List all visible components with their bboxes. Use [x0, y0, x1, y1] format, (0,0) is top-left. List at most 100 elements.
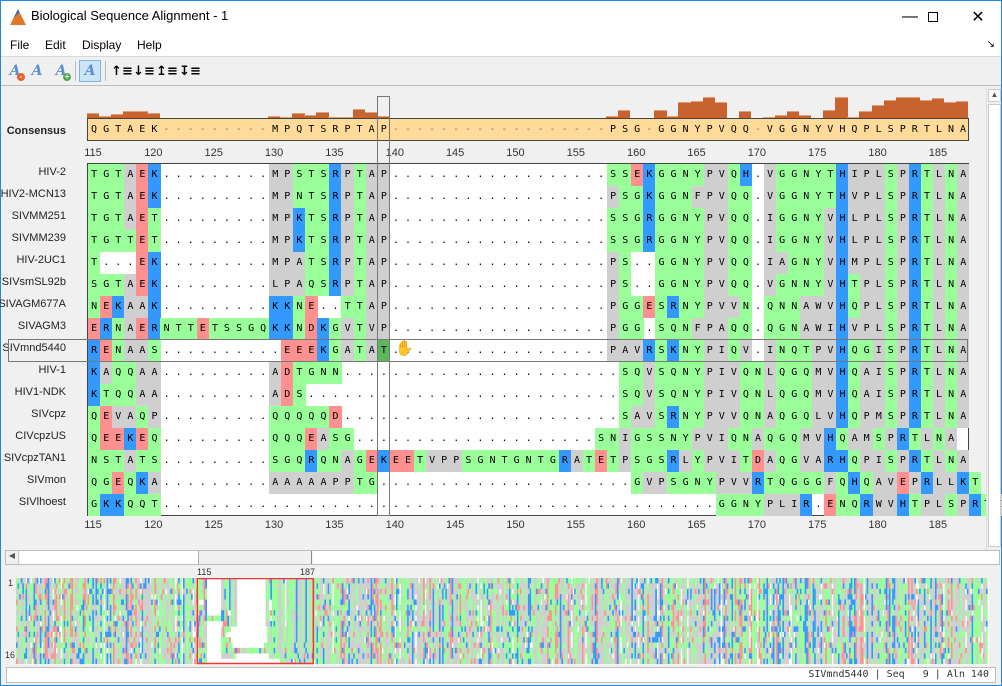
residue-cell[interactable]: I — [715, 428, 728, 450]
residue-cell[interactable]: Y — [691, 164, 704, 186]
residue-cell[interactable]: . — [450, 208, 462, 230]
residue-cell[interactable]: . — [486, 296, 498, 318]
residue-cell[interactable]: L — [932, 274, 946, 296]
residue-cell[interactable]: G — [100, 164, 113, 186]
residue-cell[interactable]: . — [221, 428, 233, 450]
residue-cell[interactable]: . — [414, 274, 426, 296]
residue-cell[interactable]: Y — [679, 428, 692, 450]
residue-cell[interactable]: S — [619, 186, 632, 208]
residue-cell[interactable]: . — [257, 274, 269, 296]
residue-cell[interactable]: D — [281, 384, 294, 406]
residue-cell[interactable]: S — [884, 384, 897, 406]
residue-cell[interactable]: . — [523, 494, 535, 516]
residue-cell[interactable]: . — [535, 252, 547, 274]
residue-cell[interactable]: . — [450, 164, 462, 186]
residue-cell[interactable]: . — [474, 208, 486, 230]
residue-cell[interactable]: . — [160, 494, 172, 516]
residue-cell[interactable]: N — [293, 296, 306, 318]
residue-cell[interactable]: P — [957, 494, 970, 516]
residue-cell[interactable]: M — [848, 252, 861, 274]
residue-cell[interactable]: L — [269, 274, 282, 296]
residue-cell[interactable]: . — [643, 274, 655, 296]
residue-cell[interactable]: . — [305, 384, 317, 406]
residue-cell[interactable]: S — [884, 362, 897, 384]
residue-cell[interactable]: Y — [812, 252, 825, 274]
residue-cell[interactable]: P — [896, 186, 910, 208]
residue-cell[interactable]: E — [389, 450, 403, 472]
residue-cell[interactable]: K — [136, 472, 149, 494]
residue-cell[interactable]: . — [486, 318, 498, 340]
residue-cell[interactable]: Q — [88, 472, 101, 494]
residue-cell[interactable]: G — [667, 252, 680, 274]
residue-cell[interactable]: A — [957, 208, 970, 230]
residue-cell[interactable]: A — [715, 318, 728, 340]
residue-cell[interactable]: Q — [631, 362, 644, 384]
residue-cell[interactable]: . — [752, 186, 764, 208]
residue-cell[interactable]: D — [751, 450, 765, 472]
residue-cell[interactable]: . — [160, 186, 172, 208]
residue-cell[interactable]: P — [341, 208, 354, 230]
sequence-name[interactable]: SIVmon — [27, 474, 66, 486]
residue-cell[interactable]: E — [136, 186, 149, 208]
residue-cell[interactable]: . — [414, 472, 426, 494]
residue-cell[interactable]: . — [450, 296, 462, 318]
residue-cell[interactable]: . — [414, 164, 426, 186]
residue-cell[interactable]: T — [305, 186, 318, 208]
residue-cell[interactable]: . — [462, 318, 474, 340]
residue-cell[interactable]: P — [341, 252, 354, 274]
residue-cell[interactable]: N — [607, 428, 620, 450]
residue-cell[interactable]: . — [354, 428, 366, 450]
residue-cell[interactable]: T — [353, 472, 366, 494]
residue-cell[interactable]: S — [594, 428, 608, 450]
residue-cell[interactable]: . — [571, 164, 583, 186]
residue-cell[interactable]: . — [172, 428, 184, 450]
residue-cell[interactable]: E — [88, 318, 101, 340]
residue-cell[interactable]: . — [559, 296, 571, 318]
residue-cell[interactable]: . — [257, 230, 269, 252]
residue-cell[interactable]: N — [667, 428, 680, 450]
residue-cell[interactable]: P — [896, 318, 910, 340]
residue-cell[interactable]: . — [426, 318, 438, 340]
residue-cell[interactable]: . — [257, 428, 269, 450]
residue-cell[interactable]: . — [402, 186, 414, 208]
residue-cell[interactable]: Q — [800, 384, 813, 406]
residue-cell[interactable]: T — [353, 318, 366, 340]
residue-cell[interactable]: G — [100, 186, 113, 208]
residue-cell[interactable]: T — [148, 208, 161, 230]
residue-cell[interactable]: G — [667, 274, 680, 296]
residue-cell[interactable]: P — [715, 472, 728, 494]
residue-cell[interactable]: A — [631, 406, 644, 428]
residue-cell[interactable]: . — [197, 230, 209, 252]
residue-cell[interactable]: . — [498, 362, 510, 384]
residue-cell[interactable]: S — [655, 406, 668, 428]
sequence-row[interactable]: KAQQAA.........ADTGNN...................… — [88, 362, 970, 384]
residue-cell[interactable]: . — [197, 494, 209, 516]
residue-cell[interactable]: . — [257, 406, 269, 428]
residue-cell[interactable]: . — [233, 274, 245, 296]
residue-cell[interactable]: . — [197, 296, 209, 318]
residue-cell[interactable]: Q — [848, 362, 861, 384]
residue-cell[interactable]: . — [547, 186, 559, 208]
residue-cell[interactable]: A — [124, 164, 137, 186]
residue-cell[interactable]: . — [414, 384, 426, 406]
residue-cell[interactable]: . — [341, 384, 353, 406]
residue-cell[interactable]: V — [715, 186, 728, 208]
residue-cell[interactable]: . — [402, 208, 414, 230]
residue-cell[interactable]: T — [848, 274, 861, 296]
residue-cell[interactable]: T — [88, 164, 101, 186]
residue-cell[interactable]: Q — [727, 252, 741, 274]
residue-cell[interactable]: . — [221, 472, 233, 494]
residue-cell[interactable]: . — [112, 252, 124, 274]
residue-cell[interactable]: . — [450, 274, 462, 296]
residue-cell[interactable]: . — [245, 274, 257, 296]
residue-cell[interactable]: S — [317, 230, 330, 252]
residue-cell[interactable]: R — [329, 252, 342, 274]
residue-cell[interactable]: . — [450, 428, 462, 450]
residue-cell[interactable]: A — [293, 472, 306, 494]
residue-cell[interactable]: . — [523, 164, 535, 186]
residue-cell[interactable]: . — [595, 406, 607, 428]
residue-cell[interactable]: . — [474, 252, 486, 274]
residue-cell[interactable]: Q — [739, 230, 753, 252]
residue-cell[interactable]: . — [185, 428, 197, 450]
residue-cell[interactable]: K — [281, 296, 294, 318]
